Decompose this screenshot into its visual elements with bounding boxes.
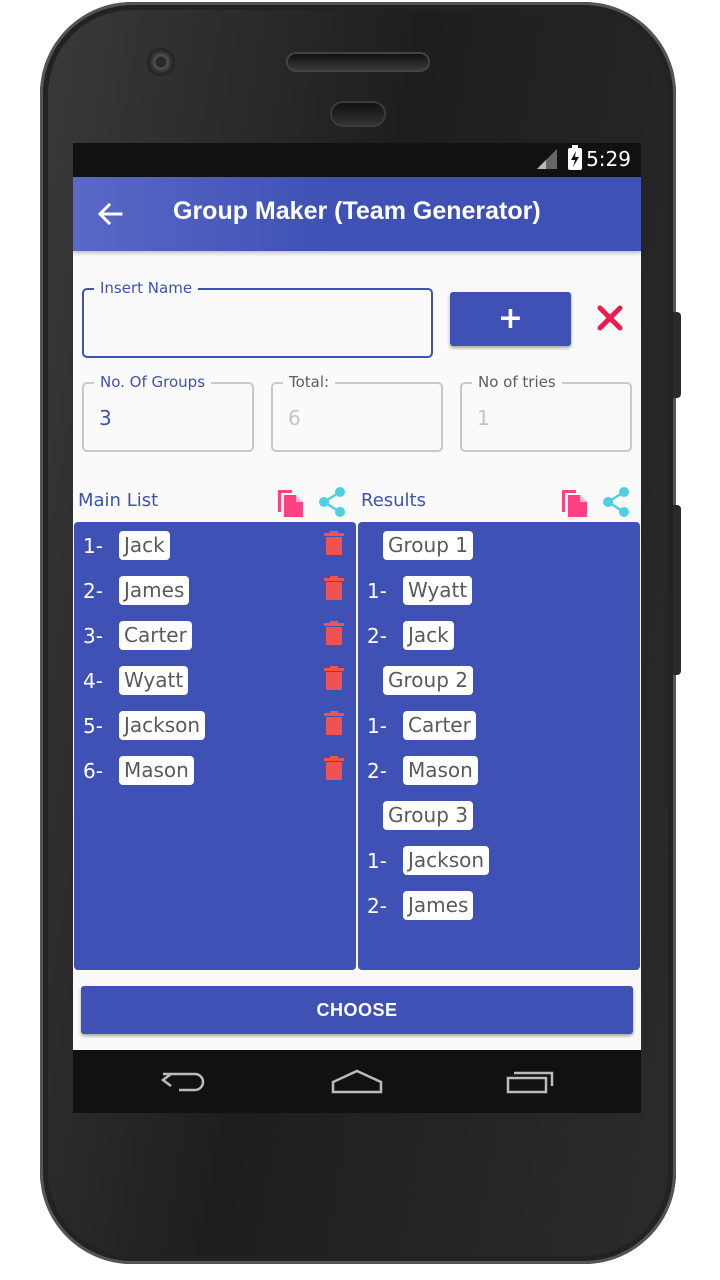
list-item[interactable]: 6- Mason [74,756,356,786]
copy-icon[interactable] [276,486,306,518]
list-item-number: 4- [83,669,103,693]
result-item-number: 2- [367,894,387,918]
result-item: 1- Wyatt [358,576,640,606]
results-panel: Group 1 1- Wyatt 2- Jack Group 2 1- Cart… [358,522,640,970]
result-item-number: 1- [367,714,387,738]
total-value: 6 [288,406,301,430]
result-item-name: James [403,891,474,920]
back-arrow-icon[interactable] [95,199,125,229]
back-nav-icon[interactable] [159,1068,207,1096]
proximity-sensor [332,103,384,125]
tries-label: No of tries [472,373,562,391]
recents-nav-icon[interactable] [506,1068,556,1096]
add-name-button[interactable]: + [450,292,571,346]
groups-count-field[interactable]: No. Of Groups 3 [82,373,254,452]
list-item[interactable]: 1- Jack [74,531,356,561]
front-camera [147,48,175,76]
group-label: Group 2 [383,666,473,695]
earpiece-speaker [288,54,428,70]
clear-icon[interactable] [595,303,625,333]
result-item-name: Wyatt [403,576,473,605]
list-item[interactable]: 4- Wyatt [74,666,356,696]
result-item-number: 1- [367,849,387,873]
status-bar: 5:29 [73,143,641,177]
result-item-name: Jack [403,621,454,650]
list-item-name: Wyatt [119,666,189,695]
choose-button[interactable]: CHOOSE [81,986,633,1034]
screen: 5:29 Group Maker (Team Generator) Insert… [73,143,641,1113]
group-header: Group 1 [358,531,640,561]
group-header: Group 2 [358,666,640,696]
result-item: 2- James [358,891,640,921]
results-share-icon[interactable] [601,486,631,518]
delete-icon[interactable] [324,621,344,645]
group-label: Group 1 [383,531,473,560]
result-item: 1- Carter [358,711,640,741]
power-button [673,312,681,398]
groups-count-label: No. Of Groups [94,373,212,391]
name-input[interactable]: Insert Name [82,279,433,358]
status-time: 5:29 [586,147,631,171]
app-bar: Group Maker (Team Generator) [73,177,641,251]
list-item[interactable]: 2- James [74,576,356,606]
results-copy-icon[interactable] [560,486,590,518]
tries-value: 1 [477,406,490,430]
result-item: 2- Jack [358,621,640,651]
total-label: Total: [283,373,336,391]
list-item-name: Jackson [119,711,206,740]
list-item-name: Mason [119,756,194,785]
list-item-name: James [119,576,190,605]
list-item-name: Jack [119,531,170,560]
result-item-number: 1- [367,579,387,603]
main-list-title: Main List [78,490,159,511]
result-item-name: Mason [403,756,478,785]
list-item-number: 1- [83,534,103,558]
result-item-number: 2- [367,624,387,648]
result-item-name: Carter [403,711,476,740]
list-item[interactable]: 5- Jackson [74,711,356,741]
list-item-number: 2- [83,579,103,603]
result-item-number: 2- [367,759,387,783]
list-item-number: 5- [83,714,103,738]
result-item: 2- Mason [358,756,640,786]
list-item[interactable]: 3- Carter [74,621,356,651]
delete-icon[interactable] [324,756,344,780]
navigation-bar [73,1050,641,1113]
name-input-label: Insert Name [94,279,199,297]
battery-charging-icon [568,145,582,170]
app-title: Group Maker (Team Generator) [173,197,541,225]
total-field: Total: 6 [271,373,443,452]
result-item-name: Jackson [403,846,490,875]
signal-icon [537,149,557,169]
delete-icon[interactable] [324,576,344,600]
delete-icon[interactable] [324,711,344,735]
group-label: Group 3 [383,801,473,830]
main-list-panel: 1- Jack 2- James 3- Carter 4- Wyatt 5- J… [74,522,356,970]
delete-icon[interactable] [324,666,344,690]
group-header: Group 3 [358,801,640,831]
result-item: 1- Jackson [358,846,640,876]
volume-button [673,505,681,675]
home-nav-icon[interactable] [331,1068,383,1096]
groups-count-value: 3 [99,406,112,430]
tries-field: No of tries 1 [460,373,632,452]
list-item-name: Carter [119,621,192,650]
results-title: Results [361,490,426,511]
share-icon[interactable] [317,486,347,518]
list-item-number: 6- [83,759,103,783]
delete-icon[interactable] [324,531,344,555]
list-item-number: 3- [83,624,103,648]
